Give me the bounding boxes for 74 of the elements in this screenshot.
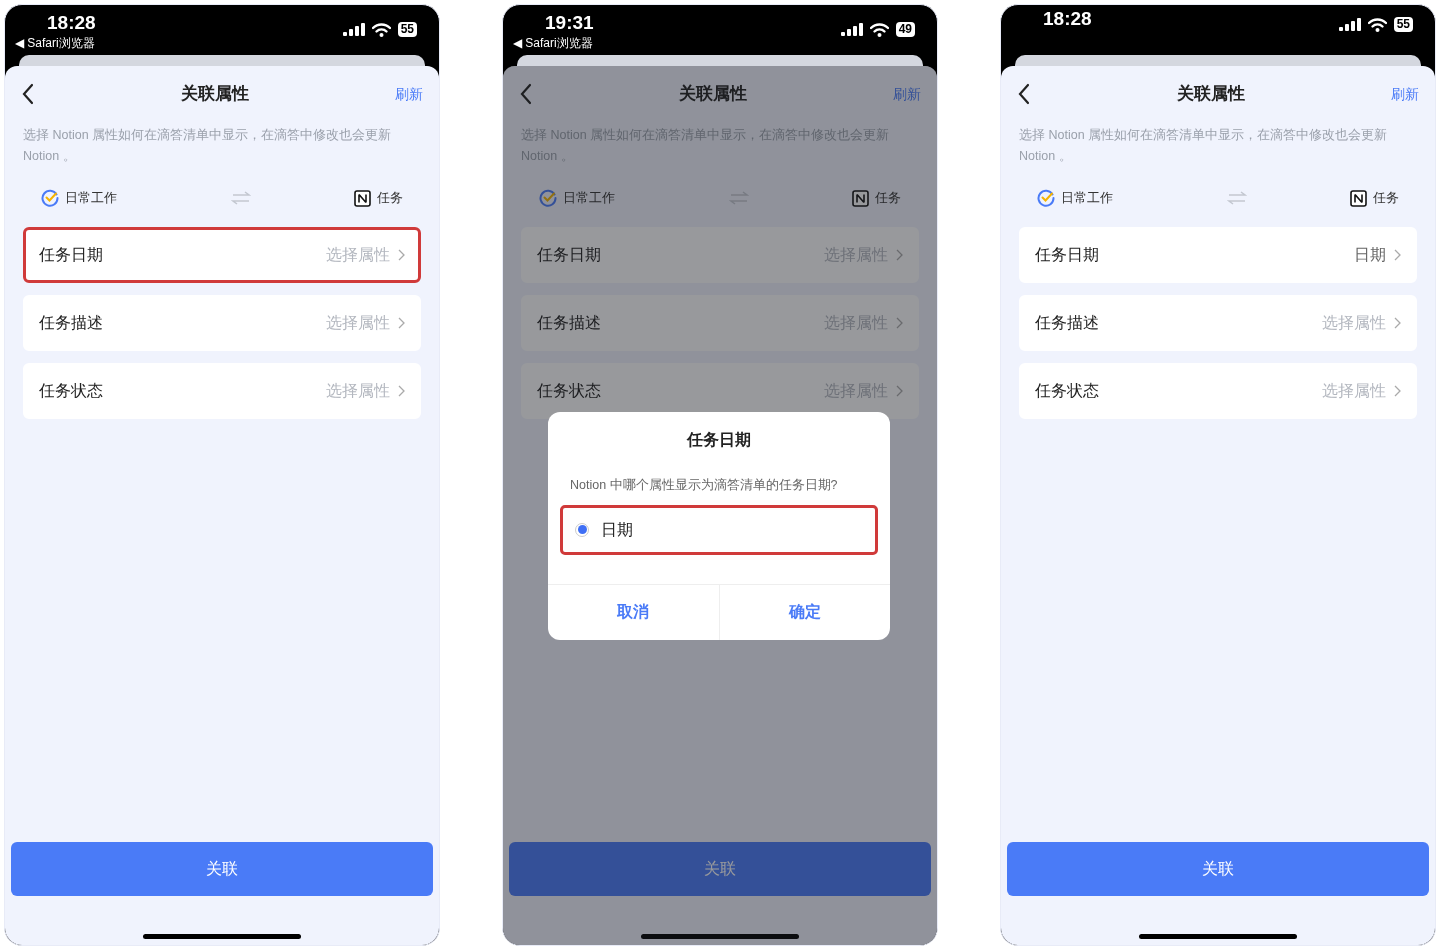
property-row[interactable]: 任务日期 选择属性: [23, 227, 421, 283]
property-value: 选择属性: [1322, 313, 1386, 333]
property-label: 任务日期: [1035, 245, 1099, 265]
target-database-name: 任务: [377, 189, 403, 208]
dialog-question: Notion 中哪个属性显示为滴答清单的任务日期?: [569, 477, 839, 494]
chevron-right-icon: [1394, 317, 1401, 329]
property-label: 任务状态: [1035, 381, 1099, 401]
link-button[interactable]: 关联: [1007, 842, 1429, 896]
property-label: 任务状态: [537, 381, 601, 401]
battery-indicator: 55: [397, 22, 417, 37]
back-to-app-link[interactable]: ◀ Safari浏览器: [513, 34, 593, 52]
property-value: 选择属性: [1322, 381, 1386, 401]
property-row[interactable]: 任务状态 选择属性: [23, 363, 421, 419]
source-list-name: 日常工作: [65, 189, 117, 208]
status-time: 18:28: [47, 11, 96, 35]
swap-arrows-icon: [1226, 191, 1247, 205]
page-title: 关联属性: [181, 83, 249, 106]
description-text: 选择 Notion 属性如何在滴答清单中显示，在滴答中修改也会更新 Notion 。: [1018, 127, 1389, 165]
radio-option[interactable]: 日期: [560, 504, 878, 555]
page-title: 关联属性: [679, 83, 747, 106]
confirm-button[interactable]: 确定: [719, 584, 890, 640]
chevron-right-icon: [398, 385, 405, 397]
signal-icon: [342, 23, 365, 36]
status-time: 19:31: [545, 11, 594, 35]
property-label: 任务描述: [1035, 313, 1099, 333]
property-row[interactable]: 任务日期 日期: [1019, 227, 1417, 283]
refresh-link[interactable]: 刷新: [395, 83, 423, 105]
back-chevron-icon: [21, 83, 35, 105]
back-to-app-link[interactable]: ◀ Safari浏览器: [15, 34, 95, 52]
refresh-link[interactable]: 刷新: [1391, 83, 1419, 105]
back-chevron-icon: [1017, 83, 1031, 105]
cancel-button[interactable]: 取消: [548, 584, 720, 640]
chevron-right-icon: [896, 385, 903, 397]
battery-indicator: 55: [1393, 17, 1413, 32]
property-value: 选择属性: [326, 313, 390, 333]
source-list-name: 日常工作: [563, 189, 615, 208]
back-chevron-icon: [519, 83, 533, 105]
wifi-icon: [1367, 17, 1387, 32]
dialog-title: 任务日期: [685, 430, 752, 450]
swap-arrows-icon: [230, 191, 251, 205]
wifi-icon: [869, 22, 889, 37]
link-button[interactable]: 关联: [11, 842, 433, 896]
chevron-right-icon: [398, 249, 405, 261]
target-database-name: 任务: [875, 189, 901, 208]
property-label: 任务日期: [537, 245, 601, 265]
property-row[interactable]: 任务描述 选择属性: [23, 295, 421, 351]
target-database-name: 任务: [1373, 189, 1399, 208]
chevron-right-icon: [1394, 385, 1401, 397]
source-list-name: 日常工作: [1061, 189, 1113, 208]
check-circle-icon: [41, 189, 59, 207]
option-label: 日期: [601, 519, 633, 540]
chevron-right-icon: [896, 249, 903, 261]
chevron-right-icon: [896, 317, 903, 329]
status-time: 18:28: [1043, 7, 1092, 31]
property-label: 任务描述: [39, 313, 103, 333]
chevron-right-icon: [398, 317, 405, 329]
property-row[interactable]: 任务状态 选择属性: [1019, 363, 1417, 419]
property-label: 任务状态: [39, 381, 103, 401]
property-row[interactable]: 任务描述 选择属性: [1019, 295, 1417, 351]
property-label: 任务日期: [39, 245, 103, 265]
signal-icon: [1338, 18, 1361, 31]
property-value: 日期: [1354, 245, 1386, 265]
property-value: 选择属性: [326, 245, 390, 265]
wifi-icon: [371, 22, 391, 37]
property-label: 任务描述: [537, 313, 601, 333]
check-circle-icon: [1037, 189, 1055, 207]
page-title: 关联属性: [1177, 83, 1245, 106]
battery-indicator: 49: [895, 22, 915, 37]
description-text: 选择 Notion 属性如何在滴答清单中显示，在滴答中修改也会更新 Notion 。: [22, 127, 393, 165]
property-value: 选择属性: [326, 381, 390, 401]
chevron-right-icon: [1394, 249, 1401, 261]
swap-arrows-icon: [728, 191, 749, 205]
signal-icon: [840, 23, 863, 36]
check-circle-icon: [539, 189, 557, 207]
